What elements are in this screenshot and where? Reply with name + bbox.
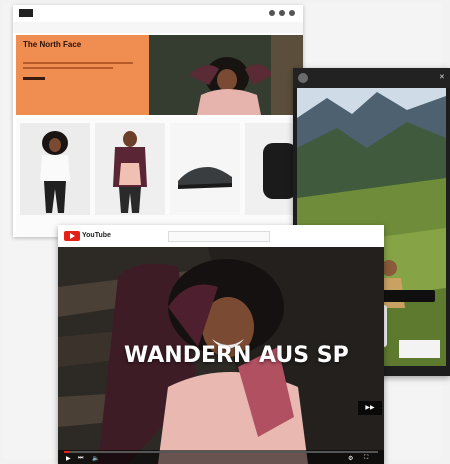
search-input[interactable] — [168, 231, 270, 242]
site-menu-bar — [13, 22, 303, 33]
video-screenshot: YouTube WANDERN AUS SP ▶▶ ▶ ⏭ 🔈 ⚙ ⛶ — [58, 225, 384, 464]
product-card[interactable] — [170, 123, 240, 215]
website-screenshot: The North Face — [13, 5, 303, 237]
hero-photo — [149, 35, 303, 115]
hero-body-text — [23, 62, 133, 64]
platform-name: YouTube — [82, 232, 111, 239]
settings-icon[interactable]: ⚙ — [348, 455, 353, 462]
hero-title: The North Face — [23, 40, 82, 49]
progress-fill — [64, 451, 70, 453]
volume-icon[interactable]: 🔈 — [92, 455, 99, 462]
avatar[interactable] — [298, 73, 308, 83]
site-logo[interactable] — [19, 9, 33, 17]
hero-cta-link[interactable] — [23, 77, 45, 80]
product-tag[interactable] — [399, 340, 440, 358]
story-header — [293, 68, 450, 88]
play-triangle-icon — [70, 233, 75, 239]
video-caption: WANDERN AUS SP — [124, 343, 349, 368]
brand-badge — [131, 9, 161, 17]
user-icon[interactable] — [279, 10, 285, 16]
search-icon[interactable] — [269, 10, 275, 16]
close-icon[interactable]: ✕ — [439, 73, 445, 81]
progress-track[interactable] — [64, 451, 378, 453]
next-icon[interactable]: ⏭ — [78, 455, 83, 462]
fullscreen-icon[interactable]: ⛶ — [364, 455, 368, 462]
hero-body-text — [23, 67, 113, 69]
product-card[interactable] — [95, 123, 165, 215]
product-card[interactable] — [20, 123, 90, 215]
play-icon[interactable]: ▶ — [66, 455, 71, 462]
cart-icon[interactable] — [289, 10, 295, 16]
skip-button[interactable]: ▶▶ — [358, 401, 382, 415]
